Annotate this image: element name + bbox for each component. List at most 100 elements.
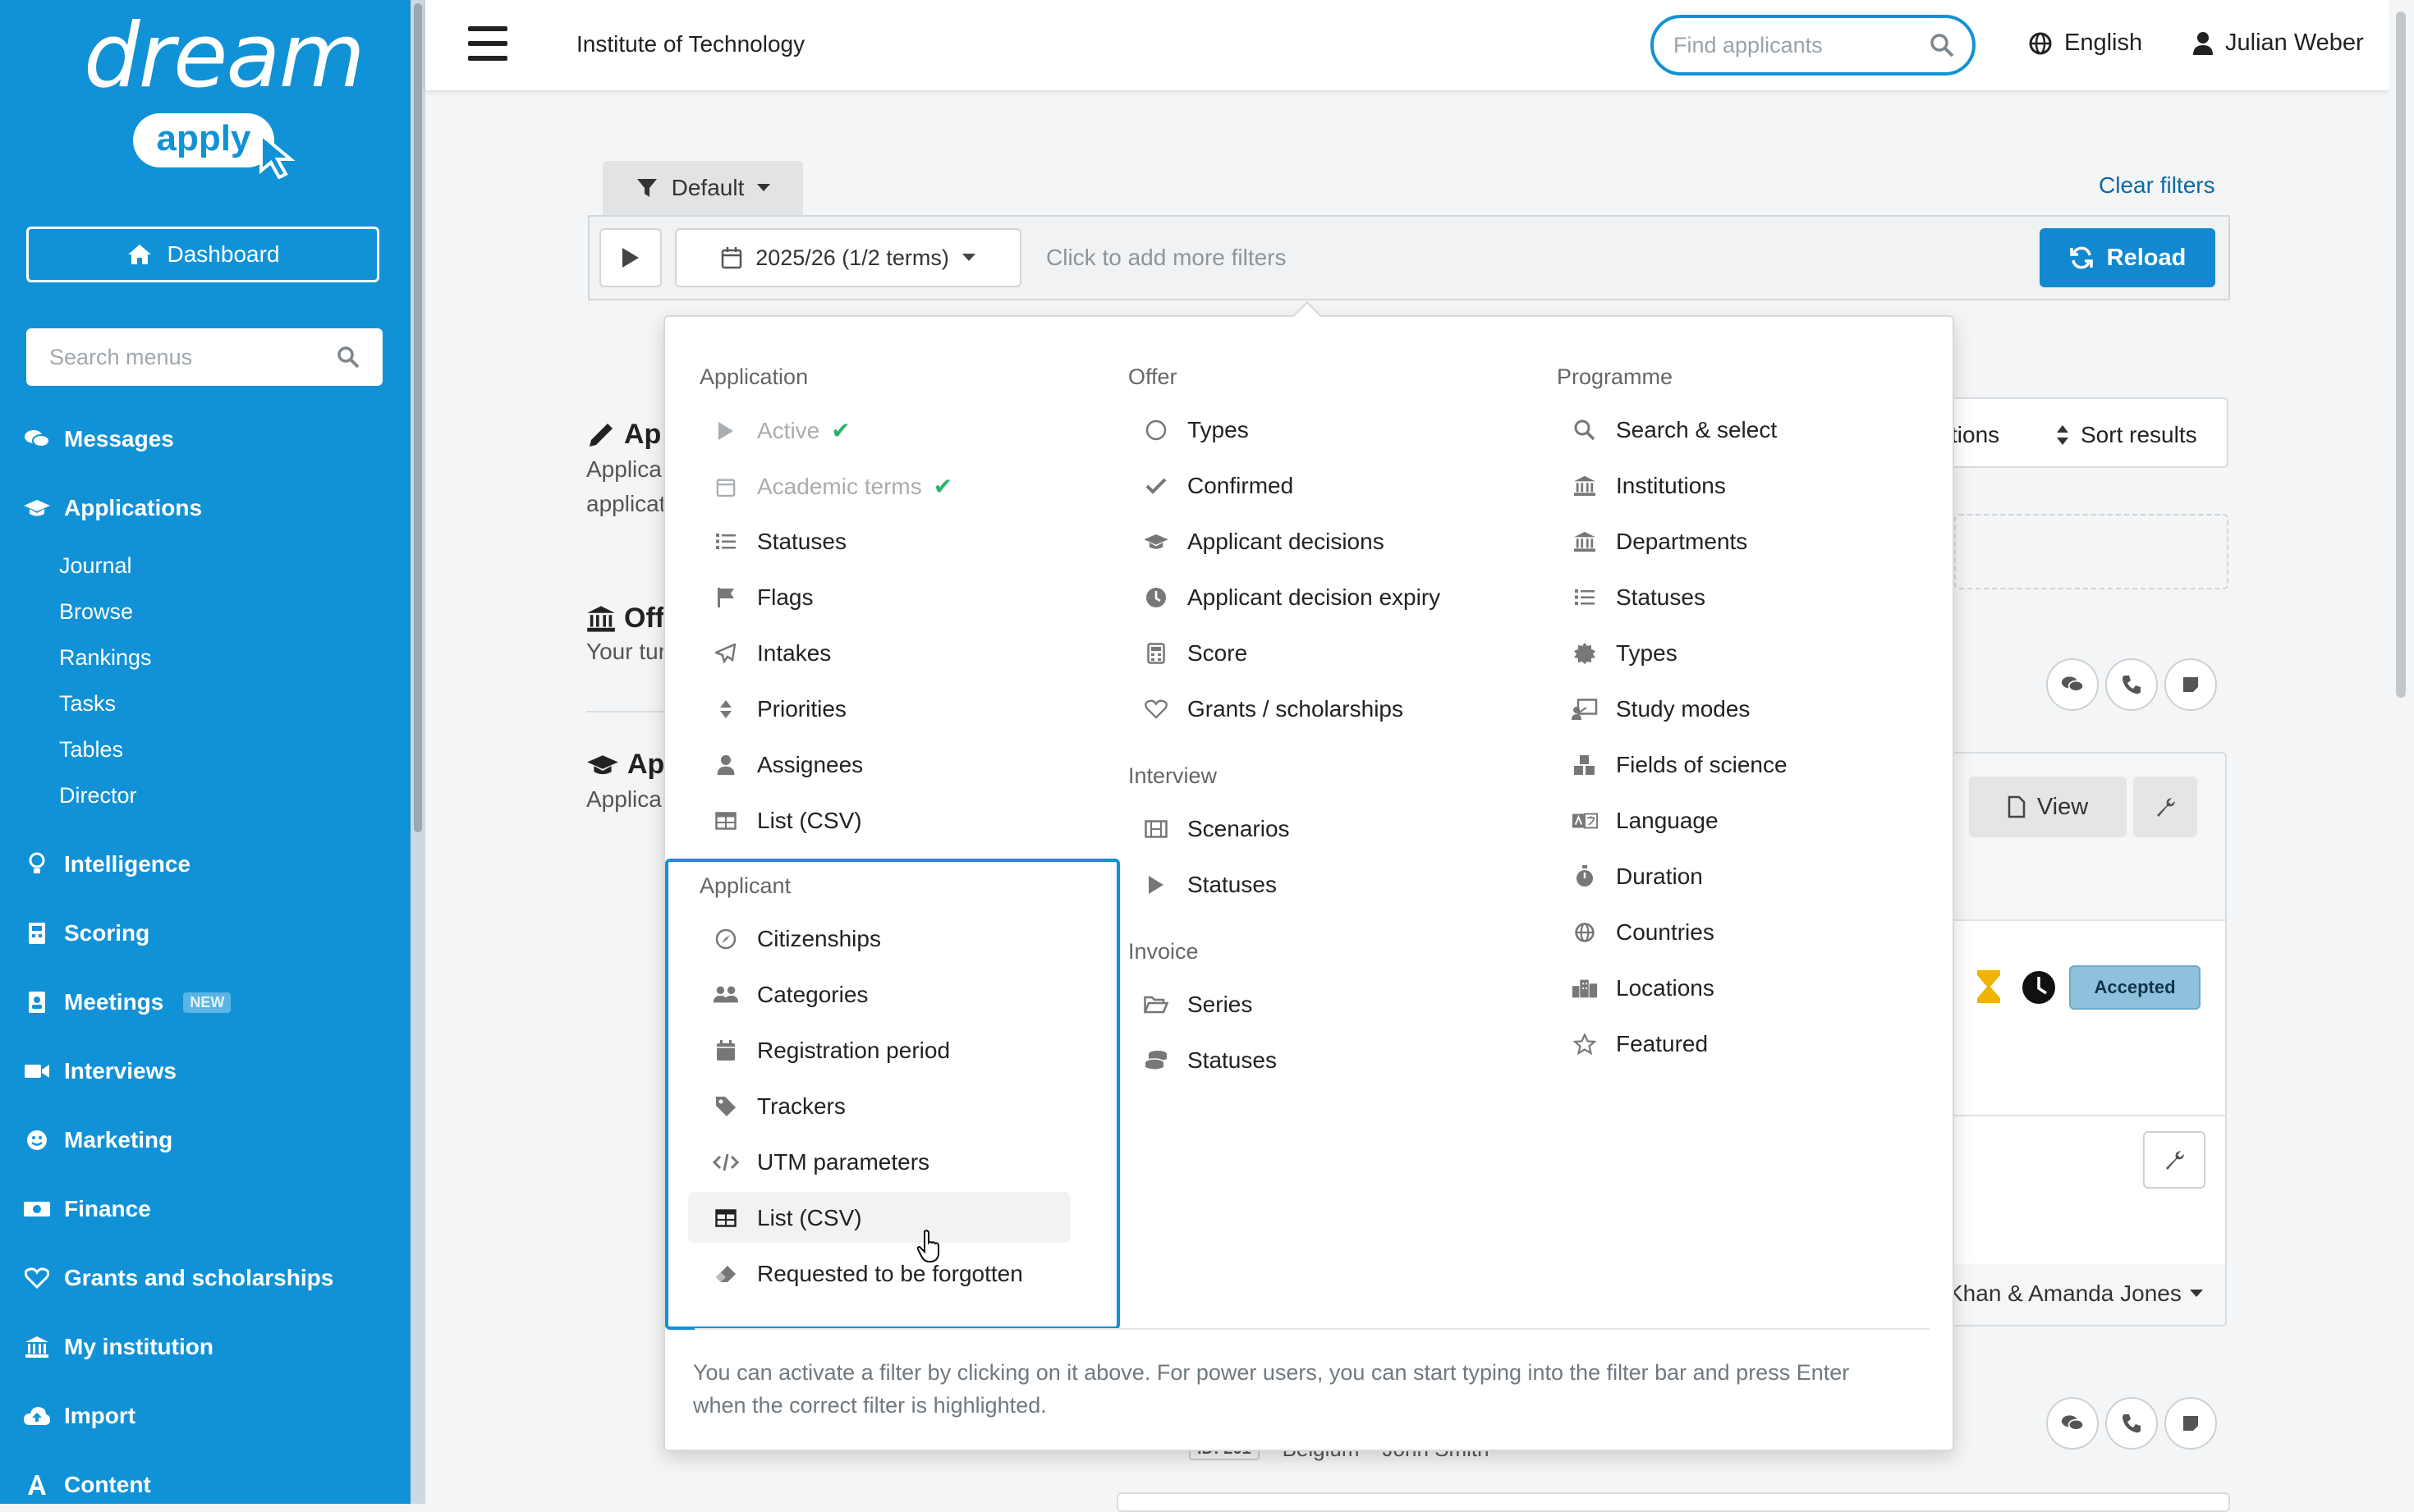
filter-offer-grants-scholarships[interactable]: Grants / scholarships	[1143, 696, 1403, 722]
filter-offer-score[interactable]: Score	[1143, 640, 1247, 667]
clock-icon	[1143, 584, 1169, 611]
filter-applicant-requested-to-be-forgotten[interactable]: Requested to be forgotten	[713, 1261, 1023, 1287]
message-button[interactable]	[2046, 658, 2099, 711]
sort-results-button[interactable]: Sort results	[2056, 422, 2197, 448]
academic-term-label: 2025/26 (1/2 terms)	[755, 245, 949, 270]
filter-application-active[interactable]: Active ✔	[713, 417, 851, 444]
institution-icon	[1572, 473, 1598, 499]
filter-programme-featured[interactable]: Featured	[1572, 1031, 1708, 1057]
sidebar-item-finance[interactable]: Finance	[23, 1195, 151, 1223]
filter-applicant-citizenships[interactable]: Citizenships	[713, 926, 881, 952]
filter-programme-countries[interactable]: Countries	[1572, 919, 1714, 946]
language-selector[interactable]: English	[2028, 30, 2142, 57]
sidebar-item-interviews[interactable]: Interviews	[23, 1057, 177, 1085]
filter-applicant-registration-period[interactable]: Registration period	[713, 1038, 950, 1064]
filter-offer-applicant-decision-expiry[interactable]: Applicant decision expiry	[1143, 584, 1440, 611]
filter-application-academic-terms[interactable]: Academic terms ✔	[713, 473, 952, 500]
filter-offer-types[interactable]: Types	[1143, 417, 1249, 443]
filter-label: List (CSV)	[757, 1205, 862, 1230]
filter-label: Fields of science	[1616, 752, 1788, 777]
lightbulb-icon	[23, 850, 51, 878]
filter-programme-departments[interactable]: Departments	[1572, 529, 1747, 555]
filter-application-intakes[interactable]: Intakes	[713, 640, 831, 667]
filter-programme-study-modes[interactable]: Study modes	[1572, 696, 1750, 722]
add-filters-input[interactable]: Click to add more filters	[1046, 245, 1287, 271]
section-heading-offers: Off	[586, 603, 664, 635]
search-icon[interactable]	[1930, 33, 1954, 57]
message-button[interactable]	[2046, 1397, 2099, 1450]
filter-applicant-utm-parameters[interactable]: UTM parameters	[713, 1149, 929, 1175]
hamburger-menu-icon[interactable]	[468, 25, 507, 62]
filter-application-priorities[interactable]: Priorities	[713, 696, 847, 722]
run-filter-button[interactable]	[599, 228, 662, 287]
filter-programme-locations[interactable]: Locations	[1572, 975, 1714, 1001]
clear-filters-link[interactable]: Clear filters	[2099, 172, 2215, 199]
sidebar-subitem-director[interactable]: Director	[59, 783, 137, 809]
sidebar-subitem-tables[interactable]: Tables	[59, 737, 123, 763]
sidebar-item-applications[interactable]: Applications	[23, 494, 202, 522]
language-label: English	[2064, 30, 2143, 56]
sidebar-subitem-tasks[interactable]: Tasks	[59, 691, 116, 717]
menu-search-input[interactable]: Search menus	[26, 328, 383, 386]
filter-invoice-series[interactable]: Series	[1143, 992, 1252, 1018]
settings-button[interactable]	[2133, 777, 2197, 837]
filter-programme-duration[interactable]: Duration	[1572, 864, 1703, 890]
academic-term-filter[interactable]: 2025/26 (1/2 terms)	[675, 228, 1021, 287]
caret-down-icon	[2189, 1290, 2203, 1297]
filter-interview-statuses[interactable]: Statuses	[1143, 872, 1277, 898]
sidebar-scrollbar[interactable]	[411, 0, 425, 1504]
sidebar-subitem-journal[interactable]: Journal	[59, 553, 132, 579]
filter-offer-applicant-decisions[interactable]: Applicant decisions	[1143, 529, 1384, 555]
reload-button[interactable]: Reload	[2040, 228, 2215, 287]
view-button[interactable]: View	[1969, 777, 2127, 837]
call-button[interactable]	[2105, 1397, 2158, 1450]
dashboard-button[interactable]: Dashboard	[26, 227, 379, 282]
play-icon	[1143, 872, 1169, 898]
page-scrollbar-thumb[interactable]	[2396, 11, 2406, 698]
filter-programme-fields-of-science[interactable]: Fields of science	[1572, 752, 1788, 778]
filter-application-flags[interactable]: Flags	[713, 584, 813, 611]
sidebar-item-marketing[interactable]: Marketing	[23, 1126, 172, 1154]
filter-application-assignees[interactable]: Assignees	[713, 752, 863, 778]
sidebar-item-my-institution[interactable]: My institution	[23, 1333, 213, 1361]
eraser-icon	[713, 1261, 739, 1287]
check-icon: ✔	[933, 474, 953, 499]
filter-programme-types[interactable]: Types	[1572, 640, 1677, 667]
filter-label: List (CSV)	[757, 808, 862, 833]
filter-group-programme-heading: Programme	[1557, 364, 1673, 389]
filter-applicant-categories[interactable]: Categories	[713, 982, 868, 1008]
assignees-dropdown[interactable]: Khan & Amanda Jones	[1948, 1281, 2203, 1307]
page-scrollbar[interactable]	[2389, 0, 2414, 1504]
sidebar-item-content[interactable]: Content	[23, 1471, 151, 1499]
options-button[interactable]: tions	[1951, 422, 1999, 448]
filter-application-list-csv[interactable]: List (CSV)	[713, 808, 862, 834]
row-settings-button[interactable]	[2143, 1131, 2205, 1189]
filter-applicant-list-csv[interactable]: List (CSV)	[713, 1205, 862, 1231]
sidebar-subitem-browse[interactable]: Browse	[59, 599, 133, 625]
sidebar-item-messages[interactable]: Messages	[23, 425, 174, 453]
user-menu[interactable]: Julian Weber	[2192, 30, 2364, 57]
filter-programme-statuses[interactable]: Statuses	[1572, 584, 1705, 611]
call-button[interactable]	[2105, 658, 2158, 711]
sidebar-item-meetings[interactable]: Meetings NEW	[23, 988, 232, 1016]
note-button[interactable]	[2164, 658, 2217, 711]
sidebar-item-intelligence[interactable]: Intelligence	[23, 850, 190, 878]
filter-programme-institutions[interactable]: Institutions	[1572, 473, 1726, 499]
filter-applicant-trackers[interactable]: Trackers	[713, 1093, 846, 1120]
filter-interview-scenarios[interactable]: Scenarios	[1143, 816, 1290, 842]
note-button[interactable]	[2164, 1397, 2217, 1450]
sidebar-item-scoring[interactable]: Scoring	[23, 919, 149, 947]
filter-label: Academic terms	[757, 473, 922, 499]
sidebar-subitem-rankings[interactable]: Rankings	[59, 645, 152, 671]
filter-programme-language[interactable]: Language	[1572, 808, 1719, 834]
filter-invoice-statuses[interactable]: Statuses	[1143, 1047, 1277, 1074]
sidebar-item-import[interactable]: Import	[23, 1402, 135, 1430]
find-applicants-input[interactable]: Find applicants	[1650, 15, 1976, 76]
filter-programme-search-select[interactable]: Search & select	[1572, 417, 1777, 443]
sidebar-scrollbar-thumb[interactable]	[414, 3, 422, 832]
user-name: Julian Weber	[2225, 30, 2364, 56]
sidebar-item-grants[interactable]: Grants and scholarships	[23, 1264, 333, 1292]
filter-preset-dropdown[interactable]: Default	[603, 161, 803, 215]
filter-offer-confirmed[interactable]: Confirmed	[1143, 473, 1293, 499]
filter-application-statuses[interactable]: Statuses	[713, 529, 847, 555]
